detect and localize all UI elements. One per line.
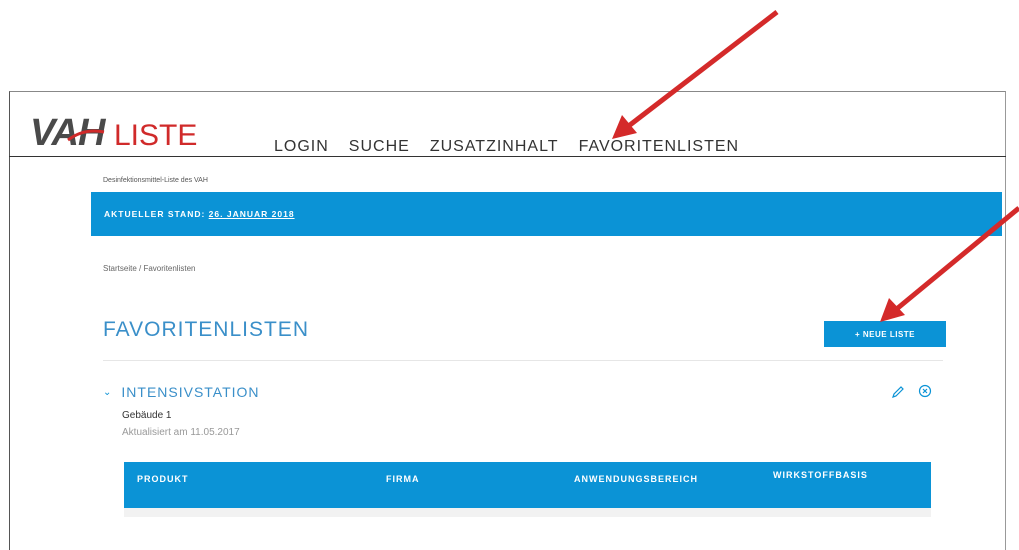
close-circle-icon[interactable] bbox=[918, 384, 932, 398]
vah-liste-logo[interactable]: VAH LISTE bbox=[30, 112, 210, 158]
main-nav: LOGIN SUCHE ZUSATZINHALT FAVORITENLISTEN bbox=[274, 138, 759, 156]
stand-label: AKTUELLER STAND: bbox=[104, 209, 209, 219]
column-firma[interactable]: FIRMA bbox=[386, 474, 420, 484]
stand-date-link[interactable]: 26. JANUAR 2018 bbox=[209, 209, 295, 219]
table-row bbox=[124, 508, 931, 517]
list-name[interactable]: INTENSIVSTATION bbox=[121, 384, 259, 400]
nav-zusatzinhalt[interactable]: ZUSATZINHALT bbox=[430, 138, 559, 156]
nav-favoritenlisten[interactable]: FAVORITENLISTEN bbox=[579, 138, 740, 156]
pencil-icon[interactable] bbox=[891, 385, 905, 399]
list-updated: Aktualisiert am 11.05.2017 bbox=[122, 427, 240, 438]
page-title: FAVORITENLISTEN bbox=[103, 318, 309, 341]
new-list-button[interactable]: + NEUE LISTE bbox=[824, 321, 946, 347]
list-header[interactable]: ⌄ INTENSIVSTATION bbox=[103, 384, 260, 400]
stand-text: AKTUELLER STAND: 26. JANUAR 2018 bbox=[104, 209, 295, 219]
list-building: Gebäude 1 bbox=[122, 410, 172, 421]
favorites-table-header: PRODUKT FIRMA ANWENDUNGSBEREICH WIRKSTOF… bbox=[124, 462, 931, 508]
nav-suche[interactable]: SUCHE bbox=[349, 138, 410, 156]
column-wirkstoffbasis[interactable]: WIRKSTOFFBASIS bbox=[773, 470, 868, 480]
logo-liste-text: LISTE bbox=[114, 119, 198, 152]
nav-login[interactable]: LOGIN bbox=[274, 138, 329, 156]
status-banner: AKTUELLER STAND: 26. JANUAR 2018 bbox=[91, 192, 1002, 236]
column-produkt[interactable]: PRODUKT bbox=[137, 474, 189, 484]
column-anwendungsbereich[interactable]: ANWENDUNGSBEREICH bbox=[574, 474, 698, 484]
chevron-down-icon[interactable]: ⌄ bbox=[103, 387, 111, 398]
logo-swoosh-icon bbox=[67, 129, 105, 142]
breadcrumb[interactable]: Startseite / Favoritenlisten bbox=[103, 264, 195, 273]
site-tagline: Desinfektionsmittel-Liste des VAH bbox=[103, 177, 208, 184]
section-divider bbox=[103, 360, 943, 361]
